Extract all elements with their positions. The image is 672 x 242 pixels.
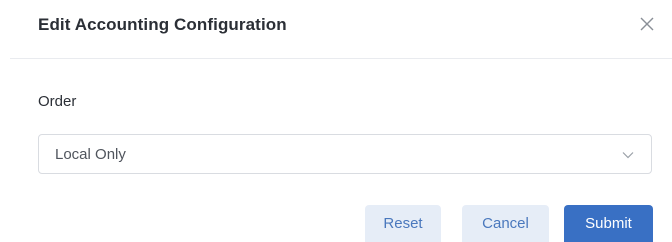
- header-divider: [10, 58, 672, 59]
- cancel-button[interactable]: Cancel: [462, 205, 549, 242]
- order-select[interactable]: Local Only: [38, 134, 652, 174]
- dialog-title: Edit Accounting Configuration: [38, 15, 287, 34]
- submit-button[interactable]: Submit: [564, 205, 653, 242]
- close-button[interactable]: [636, 13, 658, 35]
- reset-button[interactable]: Reset: [365, 205, 441, 242]
- order-label: Order: [38, 93, 77, 110]
- edit-accounting-dialog: Edit Accounting Configuration Order Loca…: [0, 0, 672, 242]
- chevron-down-icon: [622, 152, 634, 159]
- close-icon: [640, 17, 654, 31]
- order-select-value: Local Only: [55, 146, 126, 163]
- dialog-header: Edit Accounting Configuration: [0, 0, 672, 58]
